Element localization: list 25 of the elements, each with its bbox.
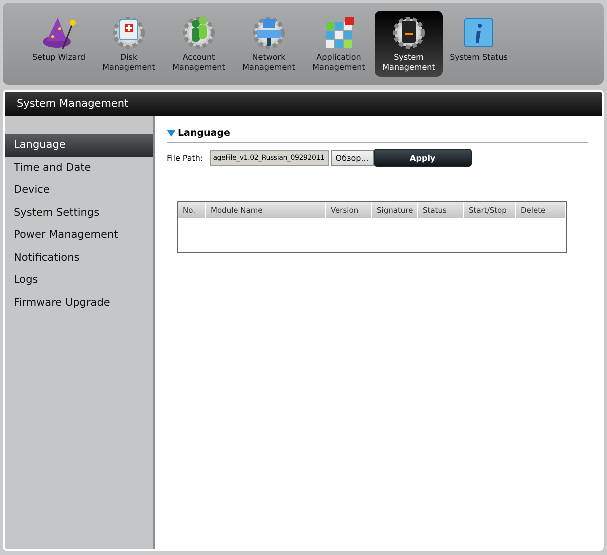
system-gear-icon xyxy=(391,15,427,51)
sidebar-item[interactable]: Language xyxy=(5,134,153,156)
toolbar-button[interactable]: Network Management xyxy=(235,11,303,77)
sidebar-item[interactable]: Device xyxy=(5,179,153,202)
file-path-label: File Path: xyxy=(167,154,204,162)
toolbar-button[interactable]: Setup Wizard xyxy=(25,11,93,77)
sidebar-item[interactable]: Logs xyxy=(5,269,153,292)
browse-button[interactable]: Обзор... xyxy=(330,150,374,166)
toolbar-button[interactable]: System Status xyxy=(445,11,513,77)
expand-triangle-icon[interactable] xyxy=(167,130,176,138)
sidebar-item[interactable]: Notifications xyxy=(5,246,153,269)
network-gear-icon xyxy=(251,15,287,51)
toolbar-button[interactable]: Disk Management xyxy=(95,11,163,77)
toolbar-button[interactable]: Application Management xyxy=(305,11,373,77)
panel-title: System Management xyxy=(5,92,602,116)
section-title: Language xyxy=(178,128,230,139)
sidebar-item[interactable]: System Settings xyxy=(5,202,153,224)
apply-button[interactable]: Apply xyxy=(374,149,472,167)
toolbar-button[interactable]: System Management xyxy=(375,11,443,77)
toolbar-button[interactable]: Account Management xyxy=(165,11,233,77)
users-gear-icon xyxy=(181,15,217,51)
sidebar-item[interactable]: Time and Date xyxy=(5,156,153,179)
sidebar-item[interactable]: Firmware Upgrade xyxy=(5,292,153,314)
sidebar-item[interactable]: Power Management xyxy=(5,224,153,246)
disk-gear-icon xyxy=(111,15,147,51)
